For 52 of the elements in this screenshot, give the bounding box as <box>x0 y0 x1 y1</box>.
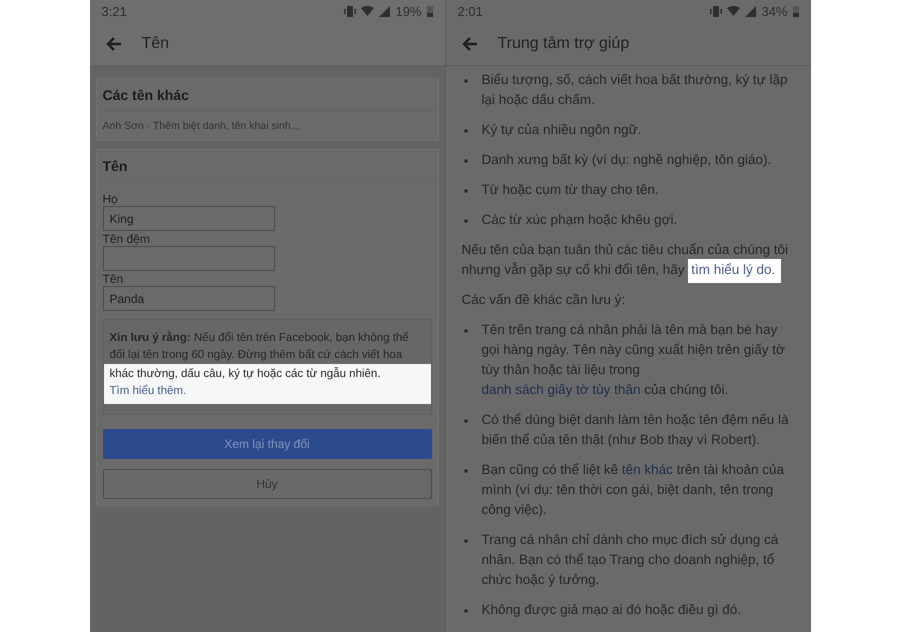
wifi-icon <box>727 6 740 16</box>
bullet-icon <box>464 129 468 133</box>
help-link[interactable]: danh sách giấy tờ tùy thân <box>482 382 640 397</box>
list-item-text: Bạn cũng có thể liệt kê tên khác trên tài khoản của mình (ví dụ: tên thời con gái, biệt danh, tên trong công việc). <box>482 461 785 519</box>
bullet-icon <box>464 79 468 83</box>
battery-percent: 34% <box>761 4 788 18</box>
status-time: 3:21 <box>102 4 127 18</box>
wifi-icon <box>361 6 374 16</box>
field-label: Họ <box>102 192 119 206</box>
help-link[interactable]: tên khác <box>622 462 673 477</box>
bullet-icon <box>464 609 468 613</box>
field-label: Tên <box>102 272 124 286</box>
signal-icon <box>745 6 756 16</box>
vibrate-icon <box>710 6 722 16</box>
paragraph-text: Các vấn đề khác cần lưu ý: <box>462 291 626 309</box>
learn-more-link[interactable]: Tìm hiểu thêm. <box>110 385 186 397</box>
list-item-text: Có thể dùng biệt danh làm tên hoặc tên đệm nếu là biến thể của tên thật (như Bob thay vì Robert). <box>482 411 790 449</box>
list-item-text: Danh xưng bất kỳ (ví dụ: nghề nghiệp, tôn giáo). <box>482 151 772 169</box>
bullet-icon <box>464 329 468 333</box>
list-item-text: Trang cá nhân chỉ dành cho mục đích sử dụng cá nhân. Bạn có thể tạo Trang cho doanh nghiệp, tổ chức hoặc ý tưởng. <box>482 531 780 589</box>
section-heading: Tên <box>96 150 438 183</box>
list-item-text: Biểu tượng, số, cách viết hoa bất thường, ký tự lặp lại hoặc dấu chấm. <box>482 71 788 109</box>
battery-percent: 19% <box>395 4 422 18</box>
note-text: khác thường, dấu câu, ký tự hoặc các từ ngẫu nhiên. Tìm hiểu thêm. <box>104 364 430 404</box>
paragraph-text: Nếu tên của bạn tuân thủ các tiêu chuẩn của chúng tôi nhưng vẫn gặp sự cố khi đổi tên, hãy tìm hiểu lý do. <box>462 240 794 280</box>
status-time: 2:01 <box>458 4 483 18</box>
back-arrow-icon[interactable] <box>462 36 478 50</box>
help-link[interactable]: tìm hiểu lý do. <box>688 259 782 283</box>
bullet-icon <box>464 189 468 193</box>
battery-icon <box>792 5 798 17</box>
input-field[interactable]: King <box>102 206 274 231</box>
screen-title: Trung tâm trợ giúp <box>498 34 630 52</box>
bullet-icon <box>464 159 468 163</box>
bullet-icon <box>464 419 468 423</box>
bullet-icon <box>464 219 468 223</box>
vibrate-icon <box>344 6 356 16</box>
input-field[interactable] <box>102 246 274 271</box>
section-heading: Các tên khác <box>96 79 438 112</box>
bullet-icon <box>464 469 468 473</box>
signal-icon <box>379 6 390 16</box>
list-item-text: Từ hoặc cụm từ thay cho tên. <box>482 181 659 199</box>
review-changes-button[interactable]: Xem lại thay đổi <box>102 429 432 459</box>
field-label: Tên đệm <box>102 232 151 246</box>
list-item-text: Tên trên trang cá nhân phải là tên mà bạn bè hay gọi hàng ngày. Tên này cũng xuất hiện trên giấy tờ tùy thân hoặc tài liệu trong danh sách giấy tờ tùy thân của chúng tôi. <box>482 321 786 399</box>
list-item-text: Các từ xúc phạm hoặc khêu gợi. <box>482 211 678 229</box>
screen-title: Tên <box>142 34 170 52</box>
battery-icon <box>426 5 432 17</box>
list-item-text: Ký tự của nhiều ngôn ngữ. <box>482 121 642 139</box>
list-item-text: Không được giả mạo ai đó hoặc điều gì đó. <box>482 601 742 619</box>
back-arrow-icon[interactable] <box>106 36 122 50</box>
bullet-icon <box>464 539 468 543</box>
input-field[interactable]: Panda <box>102 286 274 311</box>
